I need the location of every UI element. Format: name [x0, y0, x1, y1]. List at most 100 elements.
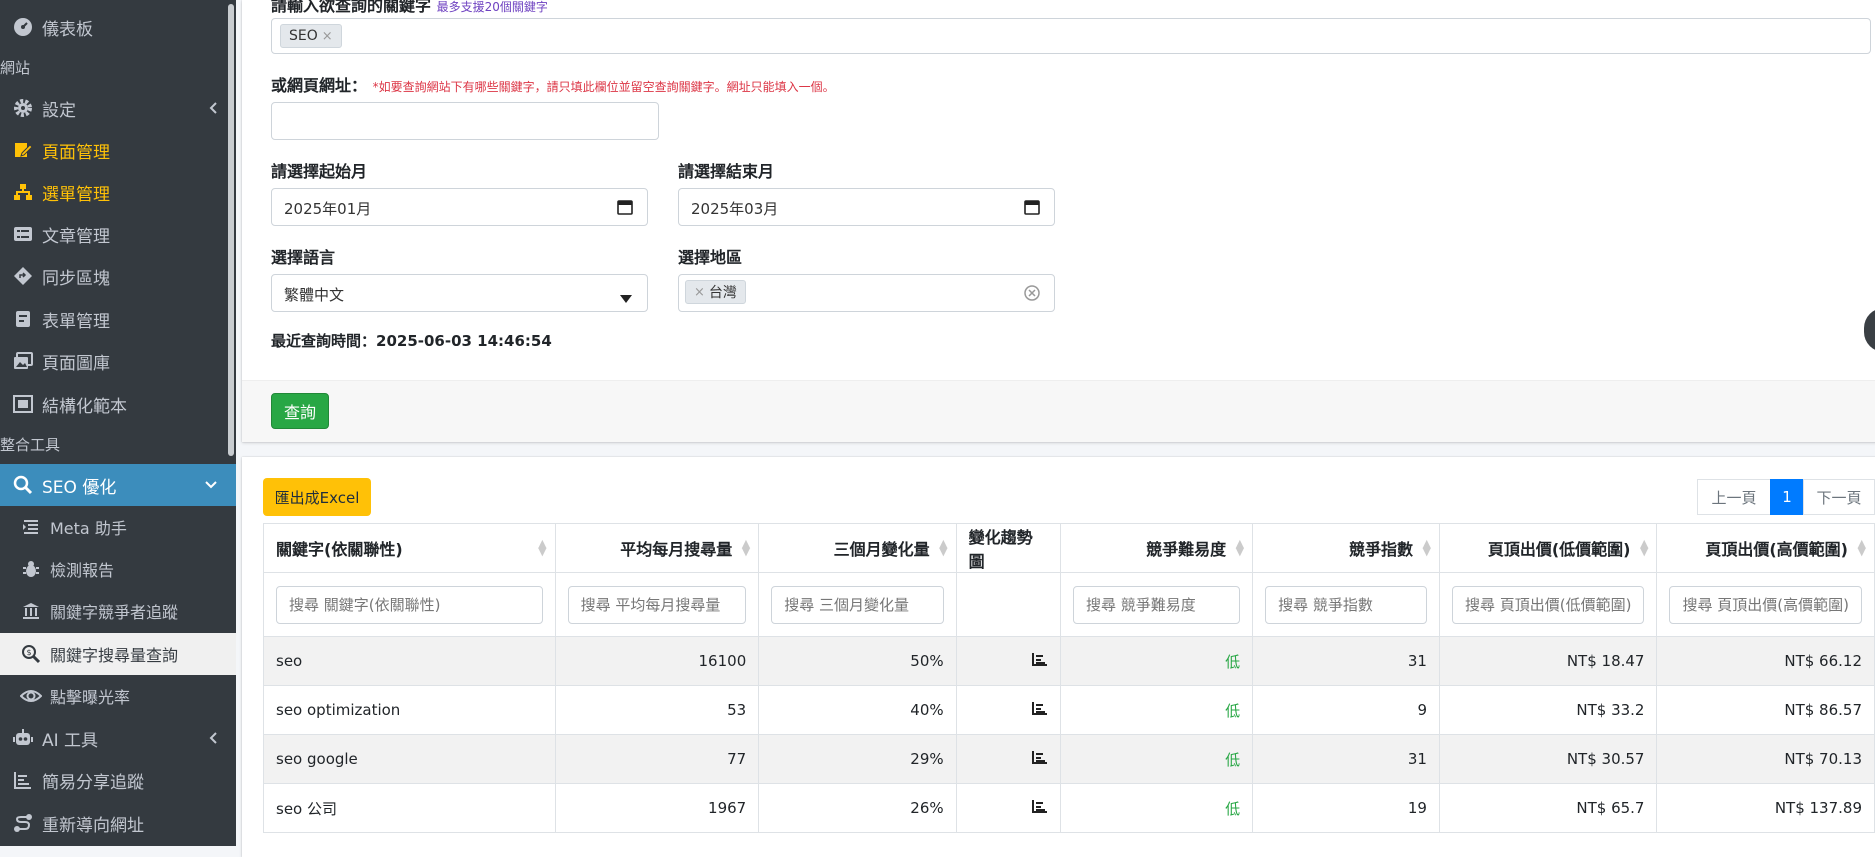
col-label: 頁頂出價(低價範圍): [1487, 540, 1631, 559]
sidebar-item-gallery[interactable]: 頁面圖庫: [0, 340, 236, 382]
sidebar-item-sync[interactable]: 同步區塊: [0, 255, 236, 297]
sort-icon: ▲ ▼: [1857, 537, 1866, 558]
filter-bid-high-input[interactable]: 搜尋 頁頂出價(高價範圍): [1669, 585, 1862, 624]
sidebar-item-report[interactable]: 檢測報告: [0, 548, 236, 590]
cell-change: 29%: [758, 734, 957, 784]
next-page-button[interactable]: 下一頁: [1803, 479, 1875, 515]
end-month-value: 2025年03月: [691, 200, 779, 218]
sort-icon: ▲ ▼: [939, 537, 948, 558]
filter-avg-input[interactable]: 搜尋 平均每月搜尋量: [567, 585, 747, 624]
col-label: 平均每月搜尋量: [620, 540, 733, 559]
col-three-month-change[interactable]: 三個月變化量 ▲ ▼: [758, 523, 957, 573]
chevron-left-icon: [208, 730, 218, 750]
col-bid-low[interactable]: 頁頂出價(低價範圍) ▲ ▼: [1438, 523, 1658, 573]
trend-chart-icon[interactable]: [955, 685, 1061, 735]
sidebar-item-label: 結構化範本: [42, 396, 127, 417]
edit-page-icon: [12, 139, 34, 161]
sidebar-item-settings[interactable]: 設定: [0, 87, 236, 129]
bug-icon: [20, 558, 42, 580]
building-icon: [20, 600, 42, 622]
cell-change: 26%: [758, 783, 957, 833]
trend-chart-icon[interactable]: [955, 636, 1061, 686]
prev-page-button[interactable]: 上一頁: [1697, 479, 1771, 515]
trend-chart-icon[interactable]: [955, 734, 1061, 784]
start-month-input[interactable]: 2025年01月: [271, 188, 648, 226]
cell-bid-high: NT$ 70.13: [1656, 734, 1875, 784]
cell-difficulty: 低: [1059, 783, 1254, 833]
col-avg-monthly[interactable]: 平均每月搜尋量 ▲ ▼: [554, 523, 760, 573]
col-keyword[interactable]: 關鍵字(依關聯性) ▲ ▼: [263, 523, 556, 573]
col-label: 變化趨勢圖: [968, 528, 1033, 571]
gear-icon: [12, 97, 34, 119]
sidebar-item-label: 關鍵字搜尋量查詢: [50, 646, 179, 665]
col-difficulty[interactable]: 競爭難易度 ▲ ▼: [1059, 523, 1254, 573]
sidebar-item-seo[interactable]: SEO 優化: [0, 464, 236, 506]
url-label: 或網頁網址： *如要查詢網站下有哪些關鍵字，請只填此欄位並留空查詢關鍵字。網址只…: [271, 72, 835, 96]
cell-bid-low: NT$ 65.7: [1438, 783, 1658, 833]
filter-bid-low-input[interactable]: 搜尋 頁頂出價(低價範圍): [1451, 585, 1645, 624]
sidebar-item-redirect[interactable]: 重新導向網址: [0, 802, 236, 844]
sidebar-item-dashboard[interactable]: 儀表板: [0, 6, 236, 48]
col-label: 競爭難易度: [1146, 540, 1227, 559]
sidebar-item-pages[interactable]: 頁面管理: [0, 129, 236, 171]
col-bid-high[interactable]: 頁頂出價(高價範圍) ▲ ▼: [1656, 523, 1875, 573]
language-select[interactable]: 繁體中文: [271, 274, 648, 312]
sidebar-item-ai[interactable]: AI 工具: [0, 717, 236, 759]
list-indent-icon: [20, 516, 42, 538]
filter-change-input[interactable]: 搜尋 三個月變化量: [771, 585, 944, 624]
table-header-row: 關鍵字(依關聯性) ▲ ▼ 平均每月搜尋量 ▲ ▼ 三個月變化量 ▲ ▼ 變化趨勢圖 競爭難…: [263, 523, 1875, 573]
url-input[interactable]: [271, 102, 659, 140]
route-icon: [12, 812, 34, 834]
remove-tag-icon[interactable]: ×: [322, 29, 333, 44]
calendar-icon[interactable]: [617, 199, 633, 219]
cell-bid-low: NT$ 30.57: [1438, 734, 1658, 784]
table-row: seo 16100 50% 低 31 NT$ 18.47 NT$ 66.12: [263, 636, 1875, 686]
sidebar-item-articles[interactable]: 文章管理: [0, 213, 236, 255]
cell-difficulty: 低: [1059, 685, 1254, 735]
remove-tag-icon[interactable]: ×: [694, 285, 705, 300]
trend-chart-icon[interactable]: [955, 783, 1061, 833]
query-button[interactable]: 查詢: [271, 393, 329, 429]
col-competition-index[interactable]: 競爭指數 ▲ ▼: [1252, 523, 1440, 573]
card-footer: [242, 380, 1875, 442]
cell-difficulty: 低: [1059, 734, 1254, 784]
sidebar-item-menus[interactable]: 選單管理: [0, 171, 236, 213]
sidebar-item-keyword-search[interactable]: $ 關鍵字搜尋量查詢: [0, 633, 236, 675]
cell-index: 19: [1252, 783, 1440, 833]
end-month-input[interactable]: 2025年03月: [678, 188, 1055, 226]
sidebar-item-ctr[interactable]: 點擊曝光率: [0, 675, 236, 717]
filter-keyword-input[interactable]: 搜尋 關鍵字(依關聯性): [276, 585, 543, 624]
robot-icon: [12, 727, 34, 749]
filter-difficulty-input[interactable]: 搜尋 競爭難易度: [1072, 585, 1241, 624]
sidebar-item-label: 儀表板: [42, 19, 93, 40]
col-label: 關鍵字(依關聯性): [276, 540, 403, 559]
region-select[interactable]: × 台灣: [678, 274, 1055, 312]
filter-row: 搜尋 關鍵字(依關聯性) 搜尋 平均每月搜尋量 搜尋 三個月變化量 搜尋 競爭難…: [263, 572, 1875, 637]
sidebar-item-schema[interactable]: 結構化範本: [0, 383, 236, 425]
clear-icon[interactable]: [1024, 285, 1040, 305]
cell-change: 40%: [758, 685, 957, 735]
sidebar-item-meta[interactable]: Meta 助手: [0, 506, 236, 548]
cell-bid-low: NT$ 33.2: [1438, 685, 1658, 735]
language-label: 選擇語言: [271, 248, 336, 267]
images-icon: [12, 350, 34, 372]
search-dollar-icon: $: [20, 643, 42, 665]
export-excel-button[interactable]: 匯出成Excel: [263, 478, 371, 516]
sort-icon: ▲ ▼: [538, 537, 547, 558]
sidebar-item-label: 檢測報告: [50, 561, 115, 580]
sidebar-item-share[interactable]: 簡易分享追蹤: [0, 759, 236, 801]
cell-index: 31: [1252, 734, 1440, 784]
sidebar-item-forms[interactable]: 表單管理: [0, 298, 236, 340]
keyword-tags-input[interactable]: SEO ×: [271, 18, 1871, 54]
calendar-icon[interactable]: [1024, 199, 1040, 219]
region-tag-label: 台灣: [708, 285, 737, 301]
gauge-icon: [12, 16, 34, 38]
page-1-button[interactable]: 1: [1770, 479, 1804, 515]
sidebar-item-competitor[interactable]: 關鍵字競爭者追蹤: [0, 590, 236, 632]
filter-index-input[interactable]: 搜尋 競爭指數: [1265, 585, 1427, 624]
sort-icon: ▲ ▼: [1422, 537, 1431, 558]
url-hint: *如要查詢網站下有哪些關鍵字，請只填此欄位並留空查詢關鍵字。網址只能填入一個。: [372, 80, 835, 94]
sidebar-item-label: 點擊曝光率: [50, 688, 131, 707]
sidebar-item-label: 選單管理: [42, 184, 110, 205]
keyword-label-text: 請輸入欲查詢的關鍵字: [271, 0, 432, 15]
